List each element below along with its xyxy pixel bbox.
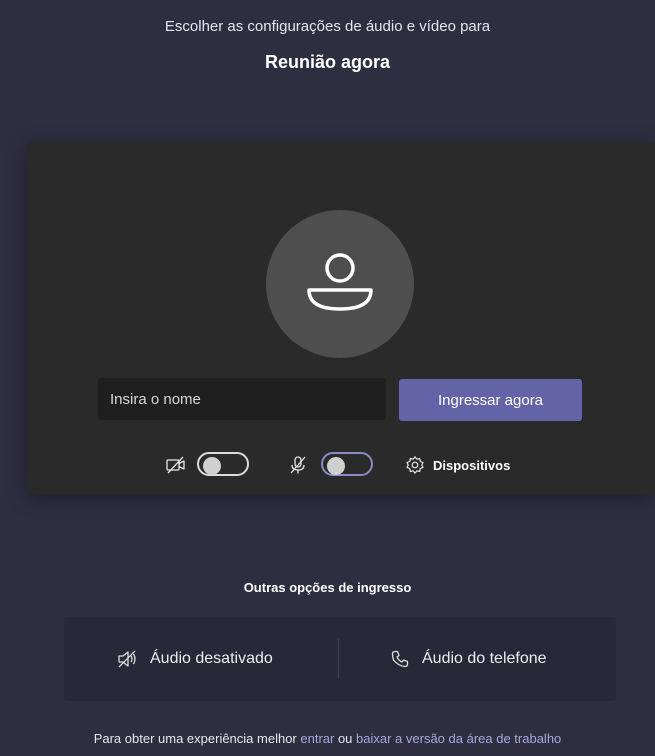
join-now-label: Ingressar agora [437, 391, 544, 409]
gear-icon [406, 456, 424, 474]
signin-link[interactable]: entrar [300, 731, 334, 746]
options-divider [338, 639, 339, 679]
video-toggle-knob [203, 457, 221, 475]
devices-label: Dispositivos [433, 457, 511, 473]
speaker-off-icon [118, 650, 136, 668]
person-icon [307, 253, 373, 311]
download-desktop-link[interactable]: baixar a versão da área de trabalho [356, 731, 561, 746]
avatar [266, 210, 414, 358]
join-now-button[interactable]: Ingressar agora [399, 379, 582, 421]
other-options-box: Áudio desativado Áudio do telefone [64, 617, 616, 701]
phone-audio-label: Áudio do telefone [422, 650, 547, 667]
media-controls: Dispositivos [27, 450, 655, 480]
phone-icon [391, 650, 409, 668]
mic-off-icon [290, 456, 306, 474]
phone-audio-option[interactable]: Áudio do telefone [390, 617, 547, 701]
video-toggle[interactable] [197, 452, 249, 476]
meeting-title: Reunião agora [264, 52, 391, 72]
video-preview-card: Ingressar agora Dispositivos [27, 142, 655, 494]
footer-middle: ou [334, 731, 357, 746]
mic-toggle-knob [327, 457, 345, 475]
mic-toggle[interactable] [321, 452, 373, 476]
audio-off-option[interactable]: Áudio desativado [116, 617, 273, 701]
header-subtitle: Escolher as configurações de áudio e víd… [164, 18, 491, 35]
other-options-title: Outras opções de ingresso [243, 580, 412, 595]
devices-button[interactable]: Dispositivos [405, 450, 510, 480]
name-input[interactable] [98, 378, 386, 420]
audio-off-label: Áudio desativado [150, 650, 273, 667]
footer-text: Para obter uma experiência melhor entrar… [0, 731, 655, 746]
video-off-icon [166, 456, 185, 474]
footer-prefix: Para obter uma experiência melhor [93, 731, 301, 746]
